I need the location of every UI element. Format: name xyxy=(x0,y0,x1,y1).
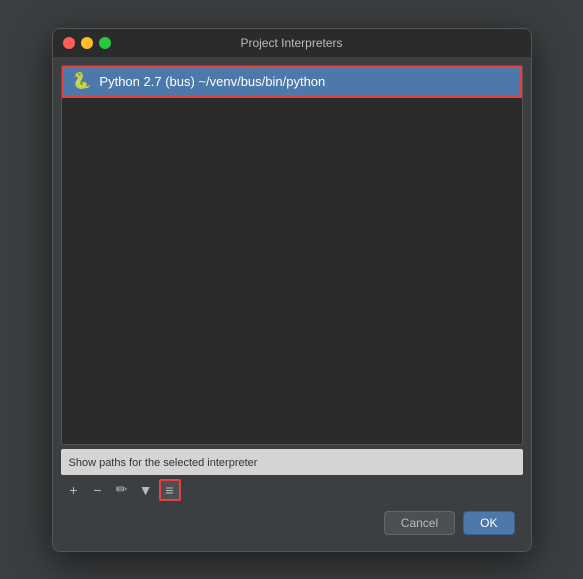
window-title: Project Interpreters xyxy=(240,36,342,50)
titlebar-buttons xyxy=(63,37,111,49)
interpreter-item[interactable]: 🐍 Python 2.7 (bus) ~/venv/bus/bin/python xyxy=(62,66,522,98)
cancel-button[interactable]: Cancel xyxy=(384,511,455,535)
filter-button[interactable]: ▼ xyxy=(135,479,157,501)
interpreter-list: 🐍 Python 2.7 (bus) ~/venv/bus/bin/python xyxy=(61,65,523,445)
tooltip-bar: Show paths for the selected interpreter xyxy=(61,449,523,475)
python-icon: 🐍 xyxy=(72,74,92,90)
toolbar: + − ✏ ▼ ≡ xyxy=(61,475,523,505)
maximize-button[interactable] xyxy=(99,37,111,49)
ok-button[interactable]: OK xyxy=(463,511,514,535)
show-paths-button[interactable]: ≡ xyxy=(159,479,181,501)
add-button[interactable]: + xyxy=(63,479,85,501)
footer: Cancel OK xyxy=(61,505,523,543)
window-content: 🐍 Python 2.7 (bus) ~/venv/bus/bin/python… xyxy=(53,57,531,551)
tooltip-text: Show paths for the selected interpreter xyxy=(69,457,258,469)
interpreter-label: Python 2.7 (bus) ~/venv/bus/bin/python xyxy=(99,74,325,89)
close-button[interactable] xyxy=(63,37,75,49)
minimize-button[interactable] xyxy=(81,37,93,49)
remove-button[interactable]: − xyxy=(87,479,109,501)
project-interpreters-window: Project Interpreters 🐍 Python 2.7 (bus) … xyxy=(52,28,532,552)
titlebar: Project Interpreters xyxy=(53,29,531,57)
edit-button[interactable]: ✏ xyxy=(111,479,133,501)
